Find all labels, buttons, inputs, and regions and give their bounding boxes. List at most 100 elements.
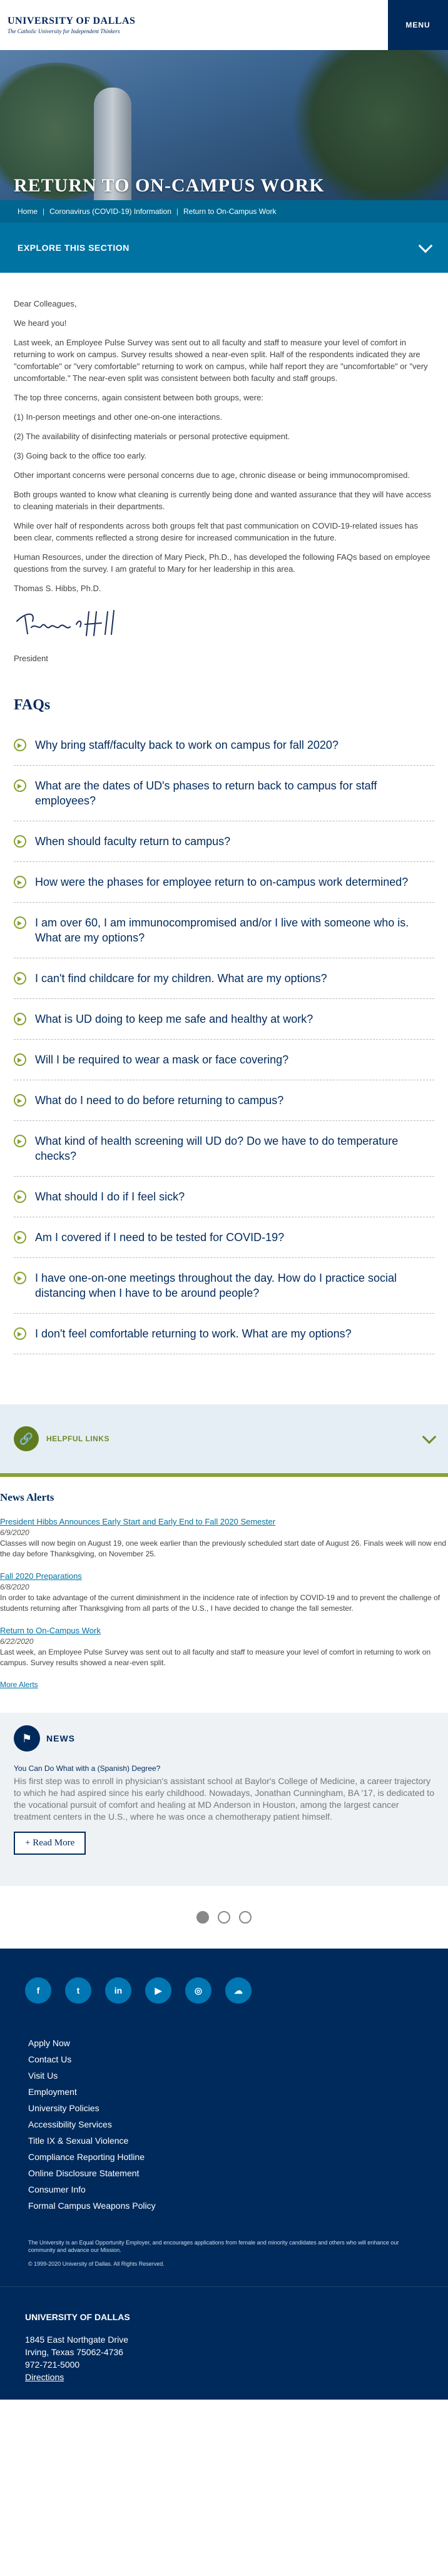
breadcrumb-current[interactable]: Return to On-Campus Work bbox=[183, 207, 277, 216]
menu-button[interactable]: MENU bbox=[388, 0, 448, 50]
faq-item[interactable]: Am I covered if I need to be tested for … bbox=[14, 1217, 434, 1258]
footer-link[interactable]: Formal Campus Weapons Policy bbox=[28, 2198, 448, 2214]
footer-link[interactable]: Online Disclosure Statement bbox=[28, 2165, 448, 2181]
page-title: RETURN TO ON-CAMPUS WORK bbox=[14, 175, 325, 196]
faq-item[interactable]: Will I be required to wear a mask or fac… bbox=[14, 1040, 434, 1080]
explore-label: EXPLORE THIS SECTION bbox=[18, 243, 130, 253]
news-alert-item: President Hibbs Announces Early Start an… bbox=[0, 1516, 448, 1559]
linkedin-icon[interactable]: in bbox=[105, 1977, 131, 2004]
footer-link[interactable]: Visit Us bbox=[28, 2067, 448, 2084]
letter-paragraph: Other important concerns were personal c… bbox=[14, 470, 410, 480]
logo-tagline: The Catholic University for Independent … bbox=[8, 28, 120, 34]
letter-paragraph: Human Resources, under the direction of … bbox=[14, 552, 430, 574]
footer-link[interactable]: Apply Now bbox=[28, 2035, 448, 2051]
twitter-icon[interactable]: t bbox=[65, 1977, 91, 2004]
hero-banner: RETURN TO ON-CAMPUS WORK bbox=[0, 50, 448, 200]
news-story-title[interactable]: You Can Do What with a (Spanish) Degree? bbox=[14, 1764, 434, 1773]
footer-links: Apply Now Contact Us Visit Us Employment Uni… bbox=[0, 2004, 448, 2214]
letter-paragraph: (1) In-person meetings and other one-on-… bbox=[14, 412, 223, 422]
faq-item[interactable]: I have one-on-one meetings throughout th… bbox=[14, 1258, 434, 1314]
breadcrumb-separator: | bbox=[176, 207, 178, 216]
faq-item[interactable]: How were the phases for employee return … bbox=[14, 862, 434, 903]
faq-item[interactable]: I can't find childcare for my children. … bbox=[14, 958, 434, 999]
expand-arrow-icon bbox=[14, 739, 26, 751]
faq-item[interactable]: I am over 60, I am immunocompromised and… bbox=[14, 903, 434, 958]
news-alert-link[interactable]: Return to On-Campus Work bbox=[0, 1626, 101, 1635]
carousel-dot[interactable] bbox=[239, 1911, 252, 1924]
instagram-icon[interactable]: ◎ bbox=[185, 1977, 211, 2004]
carousel-dot[interactable] bbox=[218, 1911, 230, 1924]
faq-item[interactable]: What should I do if I feel sick? bbox=[14, 1177, 434, 1217]
footer-address: UNIVERSITY OF DALLAS 1845 East Northgate… bbox=[0, 2286, 448, 2400]
expand-arrow-icon bbox=[14, 1013, 26, 1025]
faq-item[interactable]: What is UD doing to keep me safe and hea… bbox=[14, 999, 434, 1040]
letter-paragraph: While over half of respondents across bo… bbox=[14, 521, 418, 542]
expand-arrow-icon bbox=[14, 972, 26, 985]
news-story-body: His first step was to enroll in physicia… bbox=[14, 1776, 434, 1822]
faq-item[interactable]: What do I need to do before returning to… bbox=[14, 1080, 434, 1121]
breadcrumb-separator: | bbox=[43, 207, 45, 216]
footer-link[interactable]: Accessibility Services bbox=[28, 2116, 448, 2132]
expand-arrow-icon bbox=[14, 916, 26, 929]
news-carousel: ⚑ NEWS You Can Do What with a (Spanish) … bbox=[0, 1713, 448, 1886]
link-icon: 🔗 bbox=[14, 1426, 39, 1451]
news-alert-summary: Last week, an Employee Pulse Survey was … bbox=[0, 1648, 431, 1667]
expand-arrow-icon bbox=[14, 1327, 26, 1340]
faq-item[interactable]: What are the dates of UD's phases to ret… bbox=[14, 766, 434, 821]
news-alert-link[interactable]: President Hibbs Announces Early Start an… bbox=[0, 1517, 275, 1526]
faqs-heading: FAQs bbox=[14, 697, 51, 713]
faq-item[interactable]: Why bring staff/faculty back to work on … bbox=[14, 725, 434, 766]
breadcrumb-home[interactable]: Home bbox=[18, 207, 38, 216]
megaphone-icon: ⚑ bbox=[14, 1725, 40, 1752]
youtube-icon[interactable]: ▶ bbox=[145, 1977, 171, 2004]
facebook-icon[interactable]: f bbox=[25, 1977, 51, 2004]
social-links: f t in ▶ ◎ ☁ bbox=[0, 1949, 448, 2004]
footer-link[interactable]: University Policies bbox=[28, 2100, 448, 2116]
footer-city: Irving, Texas 75062-4736 bbox=[25, 2347, 123, 2357]
helpful-links-toggle[interactable]: 🔗 HELPFUL LINKS bbox=[0, 1404, 448, 1473]
footer-link[interactable]: Compliance Reporting Hotline bbox=[28, 2149, 448, 2165]
letter-signer-name: Thomas S. Hibbs, Ph.D. bbox=[14, 584, 101, 593]
faq-question: When should faculty return to campus? bbox=[35, 835, 231, 848]
breadcrumb: Home | Coronavirus (COVID-19) Informatio… bbox=[0, 200, 448, 223]
soundcloud-icon[interactable]: ☁ bbox=[225, 1977, 252, 2004]
expand-arrow-icon bbox=[14, 1135, 26, 1147]
faq-item[interactable]: What kind of health screening will UD do… bbox=[14, 1121, 434, 1177]
letter-paragraph: We heard you! bbox=[14, 318, 67, 328]
faqs-section: FAQs Why bring staff/faculty back to wor… bbox=[0, 672, 448, 1354]
faq-item[interactable]: When should faculty return to campus? bbox=[14, 821, 434, 862]
footer-fine-print: The University is an Equal Opportunity E… bbox=[0, 2214, 448, 2268]
footer-link[interactable]: Title IX & Sexual Violence bbox=[28, 2132, 448, 2149]
news-alert-date: 6/9/2020 bbox=[0, 1528, 29, 1537]
letter-paragraph: Dear Colleagues, bbox=[14, 299, 77, 308]
expand-arrow-icon bbox=[14, 1053, 26, 1066]
university-logo[interactable]: UNIVERSITY OF DALLAS The Catholic Univer… bbox=[0, 16, 135, 34]
news-alert-summary: Classes will now begin on August 19, one… bbox=[0, 1539, 447, 1558]
carousel-dot[interactable] bbox=[196, 1911, 209, 1924]
president-letter: Dear Colleagues, We heard you! Last week… bbox=[0, 273, 448, 664]
footer-link[interactable]: Consumer Info bbox=[28, 2181, 448, 2198]
news-alert-link[interactable]: Fall 2020 Preparations bbox=[0, 1571, 82, 1581]
expand-arrow-icon bbox=[14, 835, 26, 848]
breadcrumb-coronavirus[interactable]: Coronavirus (COVID-19) Information bbox=[49, 207, 171, 216]
news-alert-item: Return to On-Campus Work 6/22/2020 Last … bbox=[0, 1625, 448, 1668]
footer-phone[interactable]: 972-721-5000 bbox=[25, 2358, 448, 2371]
site-header: UNIVERSITY OF DALLAS The Catholic Univer… bbox=[0, 0, 448, 50]
read-more-button[interactable]: + Read More bbox=[14, 1832, 86, 1855]
news-alert-date: 6/8/2020 bbox=[0, 1583, 29, 1591]
footer-link[interactable]: Employment bbox=[28, 2084, 448, 2100]
footer-university-name: UNIVERSITY OF DALLAS bbox=[25, 2312, 130, 2322]
news-alert-summary: In order to take advantage of the curren… bbox=[0, 1593, 440, 1613]
footer-street: 1845 East Northgate Drive bbox=[25, 2335, 128, 2345]
equal-opportunity-statement: The University is an Equal Opportunity E… bbox=[28, 2239, 399, 2253]
footer-link[interactable]: Contact Us bbox=[28, 2051, 448, 2067]
faq-item[interactable]: I don't feel comfortable returning to wo… bbox=[14, 1314, 434, 1354]
explore-section-toggle[interactable]: EXPLORE THIS SECTION bbox=[0, 223, 448, 273]
letter-paragraph: Last week, an Employee Pulse Survey was … bbox=[14, 338, 428, 383]
directions-link[interactable]: Directions bbox=[25, 2372, 64, 2382]
faq-question: How were the phases for employee return … bbox=[35, 876, 409, 888]
faq-question: Am I covered if I need to be tested for … bbox=[35, 1231, 285, 1244]
letter-paragraph: Both groups wanted to know what cleaning… bbox=[14, 490, 432, 511]
expand-arrow-icon bbox=[14, 1094, 26, 1107]
more-alerts-link[interactable]: More Alerts bbox=[0, 1680, 38, 1689]
